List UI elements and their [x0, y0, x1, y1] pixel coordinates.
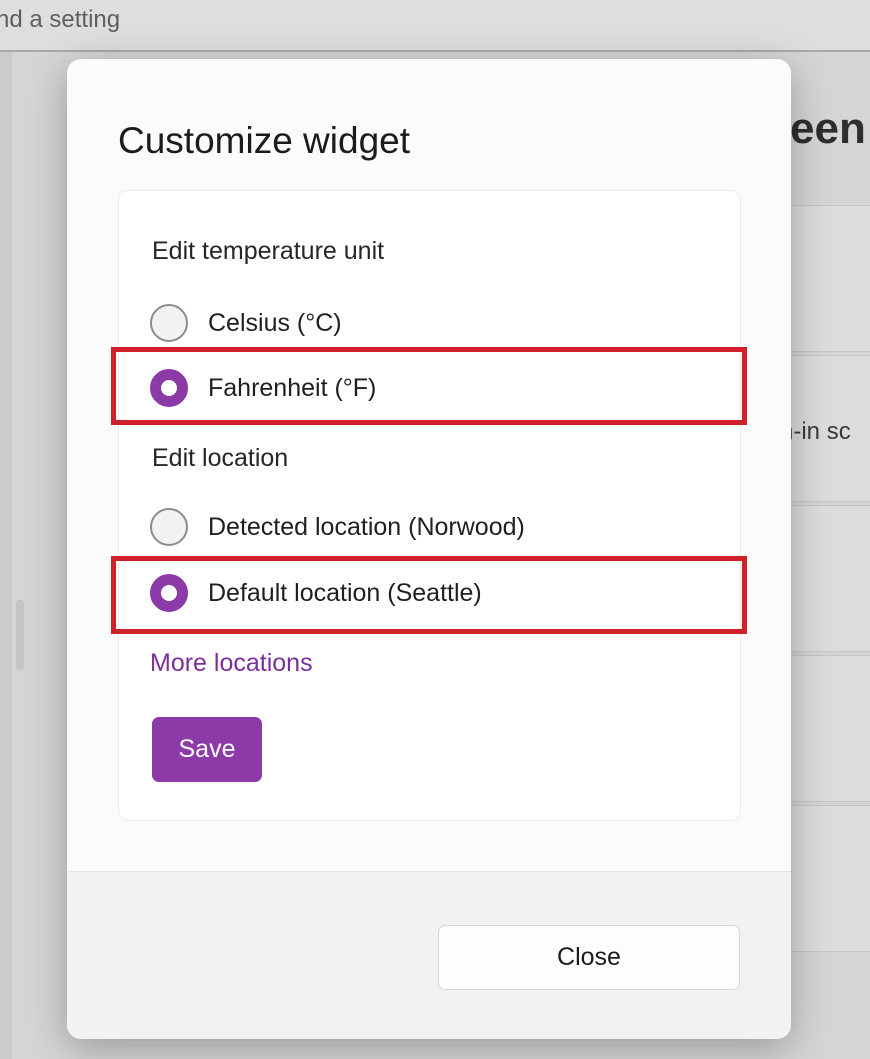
radio-label-fahrenheit: Fahrenheit (°F): [208, 373, 377, 402]
dialog-title: Customize widget: [118, 120, 411, 161]
save-button[interactable]: Save: [152, 717, 262, 782]
background-setting-card: [792, 205, 870, 352]
background-setting-card: [792, 805, 870, 952]
radio-button-checked[interactable]: [150, 574, 188, 612]
nav-pane-edge: [0, 52, 12, 1059]
location-label: Edit location: [152, 444, 289, 472]
radio-option-detected-location[interactable]: Detected location (Norwood): [150, 507, 525, 547]
customize-widget-dialog: Customize widget Edit temperature unit C…: [67, 59, 791, 1039]
radio-button-checked[interactable]: [150, 369, 188, 407]
more-locations-link[interactable]: More locations: [150, 649, 313, 678]
temperature-unit-label: Edit temperature unit: [152, 237, 385, 265]
dialog-footer: Close: [67, 871, 791, 1039]
radio-option-default-location[interactable]: Default location (Seattle): [150, 573, 482, 613]
settings-search-box: nd a setting: [0, 0, 870, 52]
radio-label-default-location: Default location (Seattle): [208, 578, 482, 607]
search-placeholder: nd a setting: [0, 6, 121, 33]
radio-option-fahrenheit[interactable]: Fahrenheit (°F): [150, 368, 376, 408]
background-page-title: een: [790, 104, 866, 153]
radio-button-unchecked[interactable]: [150, 508, 188, 546]
background-setting-card: [792, 655, 870, 802]
nav-scroll-marker: [16, 600, 24, 670]
widget-settings-card: Edit temperature unit Celsius (°C) Fahre…: [118, 190, 741, 821]
close-button[interactable]: Close: [438, 925, 740, 990]
radio-label-detected-location: Detected location (Norwood): [208, 512, 525, 541]
radio-option-celsius[interactable]: Celsius (°C): [150, 303, 342, 343]
background-setting-card: [792, 505, 870, 652]
radio-label-celsius: Celsius (°C): [208, 308, 342, 337]
radio-button-unchecked[interactable]: [150, 304, 188, 342]
